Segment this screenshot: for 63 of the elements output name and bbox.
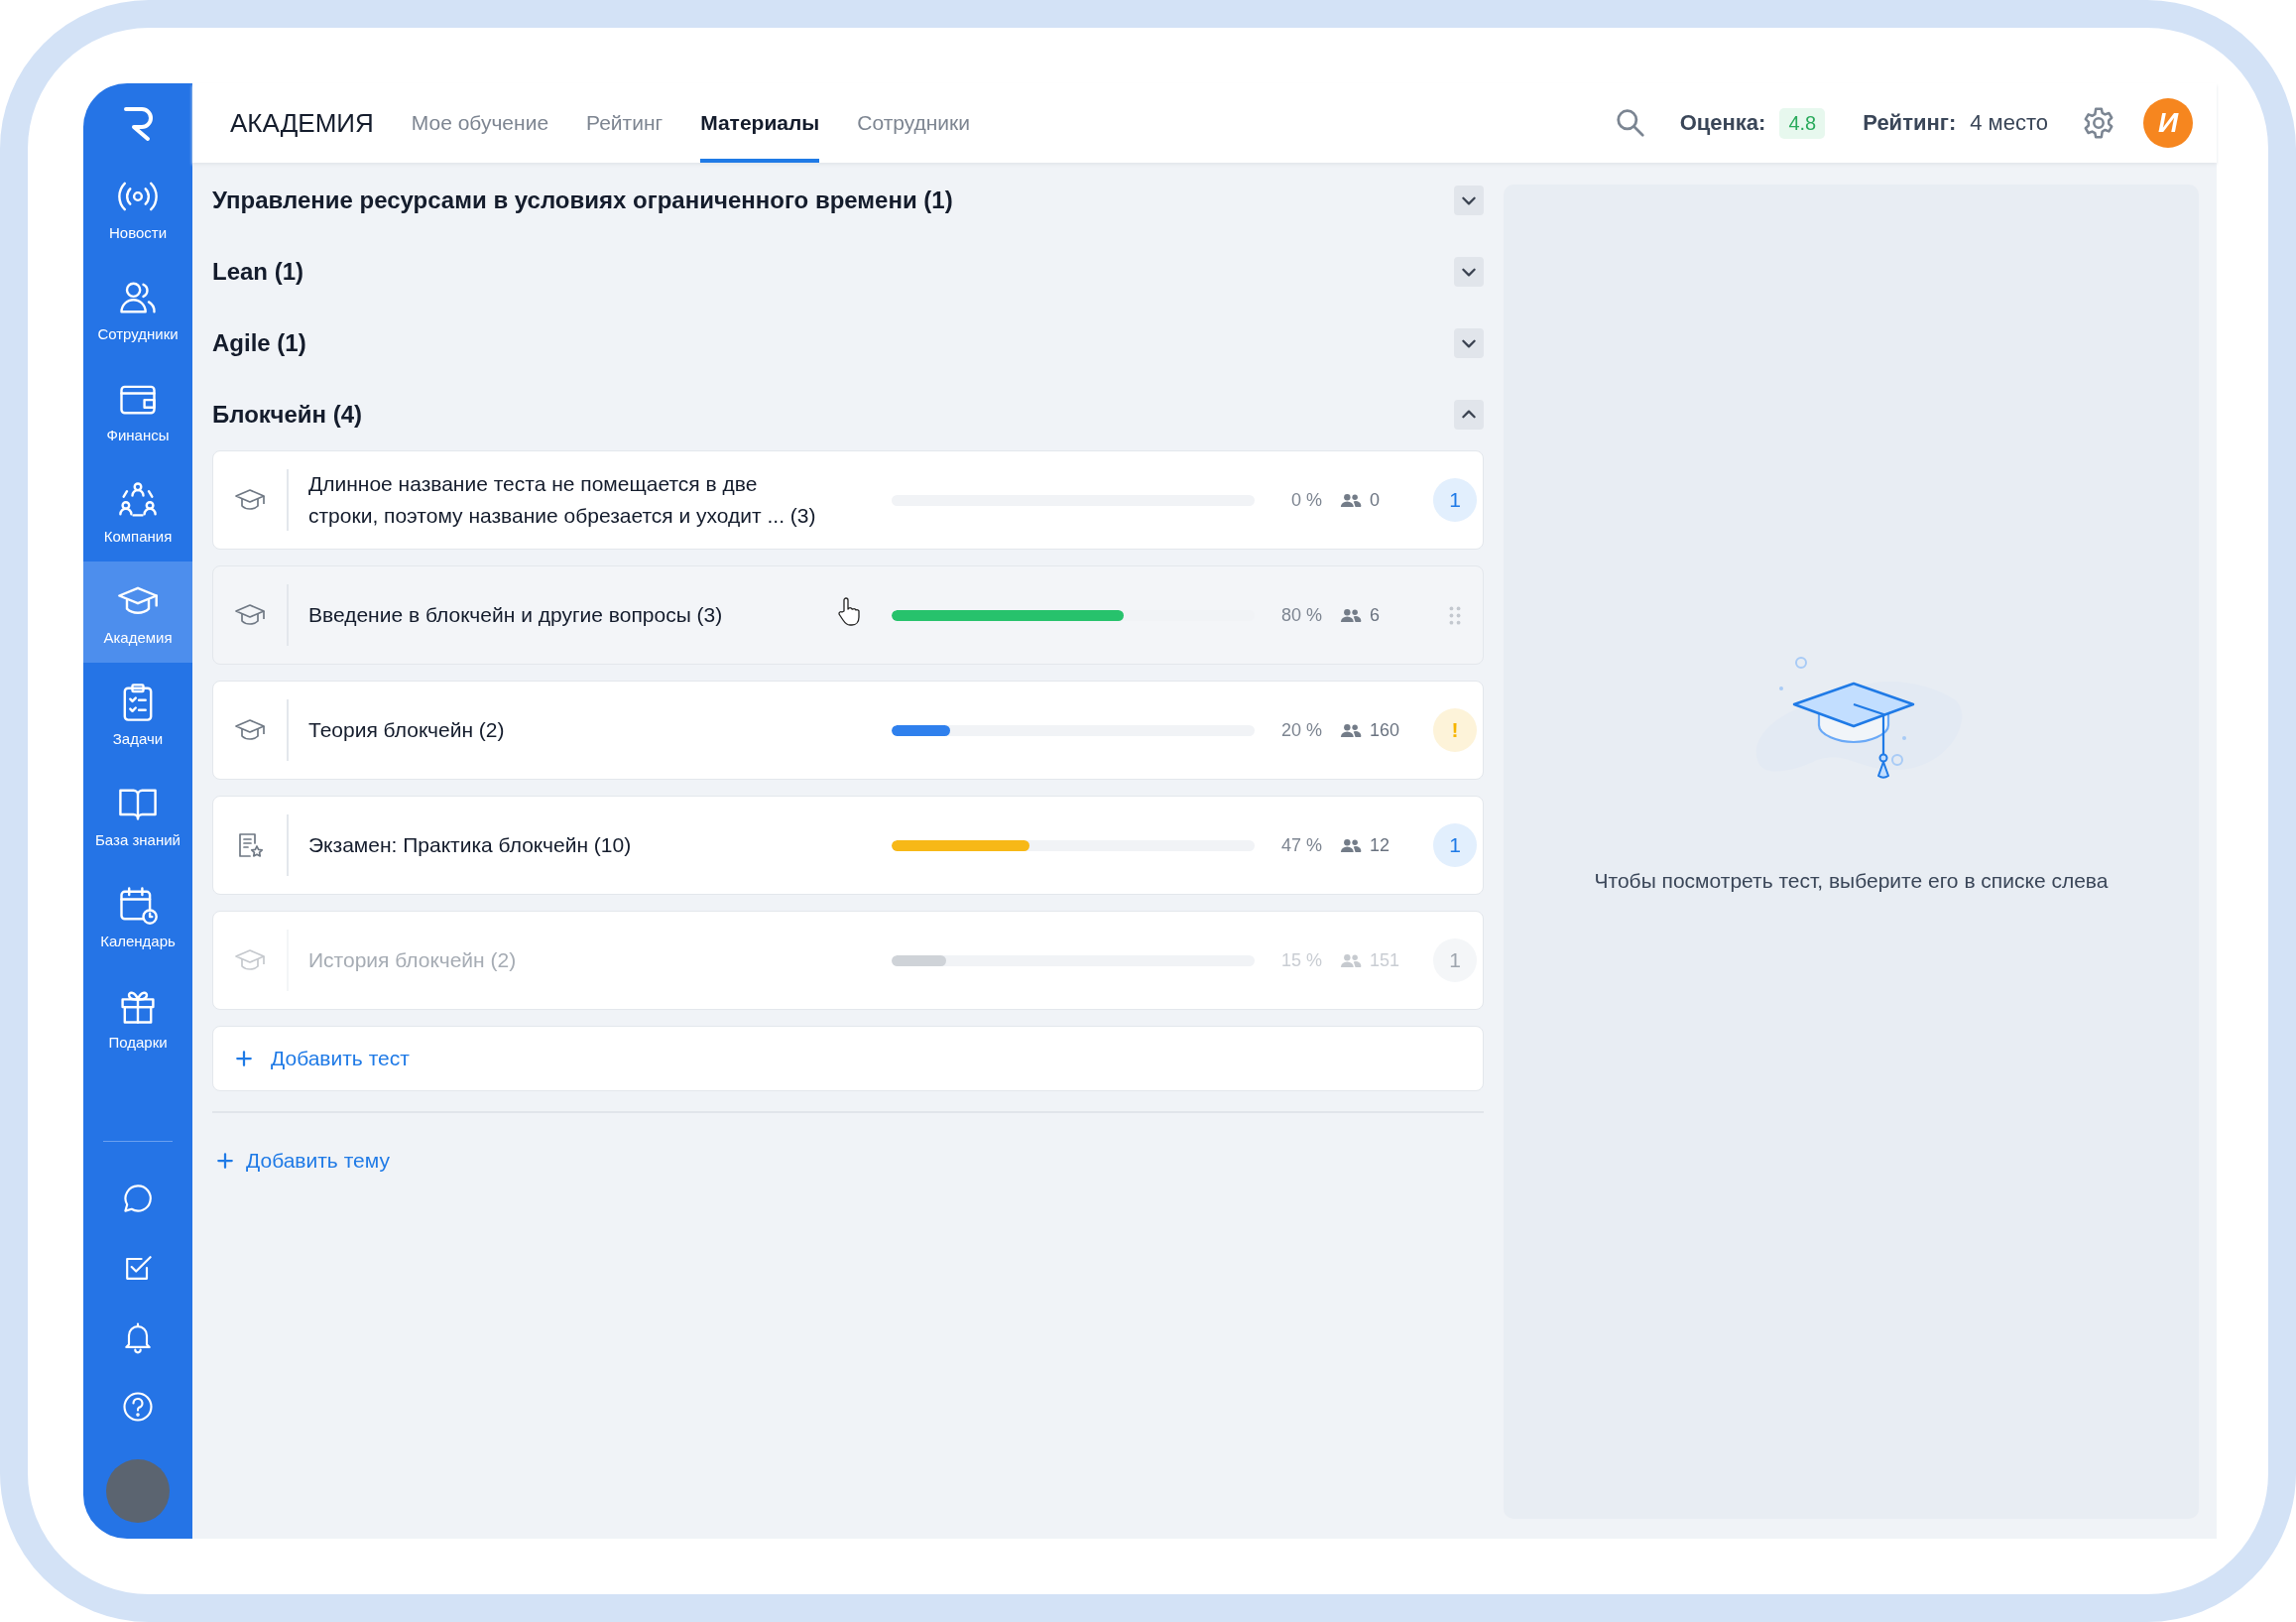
nav-tab[interactable]: Мое обучение [411, 83, 549, 163]
participant-count: 160 [1370, 719, 1401, 741]
topic-title: Блокчейн (4) [212, 401, 363, 429]
progress-percent: 20 % [1279, 719, 1322, 741]
rating-label: Рейтинг: [1863, 110, 1957, 136]
test-title: Введение в блокчейн и другие вопросы (3) [308, 602, 724, 628]
plus-icon [235, 1050, 253, 1067]
drag-handle-icon[interactable] [1449, 605, 1461, 625]
people-icon [1340, 722, 1362, 738]
add-topic-button[interactable]: Добавить тему [212, 1149, 390, 1173]
sidebar-item[interactable]: Сотрудники [83, 258, 192, 359]
test-title: Теория блокчейн (2) [308, 717, 506, 743]
settings-icon[interactable] [2082, 106, 2115, 140]
sidebar-item[interactable]: База знаний [83, 764, 192, 865]
test-row[interactable]: Введение в блокчейн и другие вопросы (3) 80 % 6 [212, 565, 1484, 665]
score-label: Оценка: [1679, 110, 1766, 136]
sidebar-item[interactable]: Задачи [83, 663, 192, 764]
count-badge: 1 [1433, 938, 1477, 982]
search-icon[interactable] [1614, 107, 1646, 139]
empty-state-message: Чтобы посмотреть тест, выберите его в списке слева [1594, 869, 2109, 893]
expand-toggle[interactable] [1454, 186, 1484, 215]
progress-percent: 80 % [1279, 604, 1322, 626]
warning-badge: ! [1433, 708, 1477, 752]
participant-count: 6 [1370, 604, 1381, 626]
plus-icon [216, 1152, 234, 1170]
expand-toggle[interactable] [1454, 257, 1484, 287]
participant-count: 12 [1370, 834, 1391, 856]
sidebar-item[interactable]: Подарки [83, 966, 192, 1067]
test-title: Экзамен: Практика блокчейн (10) [308, 832, 633, 858]
rating-value: 4 место [1970, 110, 2048, 136]
nav-tab[interactable]: Рейтинг [586, 83, 664, 163]
progress-percent: 47 % [1279, 834, 1322, 856]
sidebar-item[interactable]: Академия [83, 561, 192, 663]
page-title: АКАДЕМИЯ [230, 107, 374, 139]
test-title: Длинное название теста не помещается в две строки, поэтому название обрезается и уходит ... (3) [308, 471, 817, 529]
topic-title: Agile (1) [212, 329, 306, 357]
expand-toggle[interactable] [1454, 328, 1484, 358]
topic-title: Lean (1) [212, 258, 303, 286]
nav-tab[interactable]: Материалы [700, 83, 820, 163]
sidebar-item[interactable]: Новости [83, 157, 192, 258]
participant-count: 0 [1370, 489, 1381, 511]
topic-title: Управление ресурсами в условиях ограниченного времени (1) [212, 187, 953, 214]
people-icon [1340, 607, 1362, 623]
test-row[interactable]: Теория блокчейн (2) 20 % 160 ! [212, 681, 1484, 780]
test-row[interactable]: Экзамен: Практика блокчейн (10) 47 % 12 1 [212, 796, 1484, 895]
score-value: 4.8 [1779, 107, 1826, 139]
user-avatar[interactable]: И [2143, 98, 2193, 148]
people-icon [1340, 952, 1362, 968]
test-title: История блокчейн (2) [308, 947, 518, 973]
progress-percent: 0 % [1289, 489, 1322, 511]
nav-tab[interactable]: Сотрудники [857, 83, 970, 163]
count-badge: 1 [1433, 823, 1477, 867]
people-icon [1340, 837, 1362, 853]
people-icon [1340, 492, 1362, 508]
help-icon[interactable] [120, 1389, 156, 1425]
add-test-button[interactable]: Добавить тест [212, 1026, 1484, 1091]
sidebar-item[interactable]: Финансы [83, 359, 192, 460]
test-row[interactable]: Длинное название теста не помещается в две строки, поэтому название обрезается и уходит ... (3) 0 % 0 1 [212, 450, 1484, 550]
count-badge: 1 [1433, 478, 1477, 522]
hand-cursor-icon [836, 596, 860, 628]
sidebar-item[interactable]: Календарь [83, 865, 192, 966]
expand-toggle[interactable] [1454, 400, 1484, 430]
sidebar-item[interactable]: Компания [83, 460, 192, 561]
